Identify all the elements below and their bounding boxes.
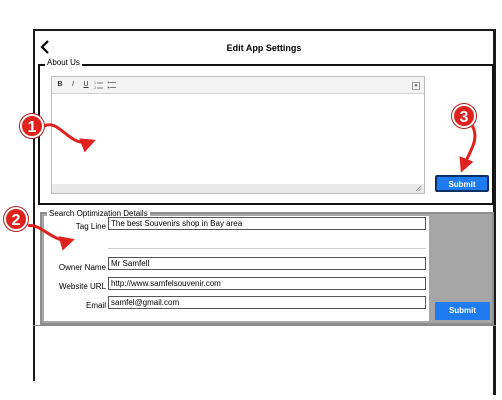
website-url-input[interactable]: http://www.samfelsouvenir.com (108, 277, 426, 290)
editor-text-area[interactable] (52, 94, 424, 184)
annotation-marker-2: 2 (4, 207, 28, 231)
unordered-list-icon[interactable] (107, 80, 117, 90)
seo-submit-button[interactable]: Submit (435, 302, 490, 320)
bottom-divider (33, 325, 496, 326)
annotation-marker-3: 3 (452, 104, 476, 128)
about-us-legend: About Us (45, 57, 82, 69)
italic-button[interactable]: I (68, 80, 78, 90)
window-frame-left (33, 29, 35, 381)
back-button[interactable] (39, 40, 53, 56)
tag-line-label: Tag Line (75, 222, 106, 231)
website-url-label: Website URL (59, 282, 106, 291)
about-us-editor[interactable]: B I U 1 2 ▾ (51, 76, 425, 194)
underline-button[interactable]: U (81, 80, 91, 90)
about-us-submit-button[interactable]: Submit (435, 175, 489, 192)
annotation-marker-1: 1 (20, 114, 44, 138)
header-bar: Edit App Settings (35, 31, 493, 65)
page-title: Edit App Settings (226, 43, 302, 53)
bold-button[interactable]: B (55, 80, 65, 90)
editor-status-bar (52, 184, 424, 193)
editor-toolbar: B I U 1 2 ▾ (52, 77, 424, 94)
resize-grip-icon[interactable] (415, 185, 422, 192)
ordered-list-icon[interactable]: 1 2 (94, 80, 104, 90)
chevron-left-icon (40, 40, 49, 54)
tag-line-input[interactable]: The best Souvenirs shop in Bay area (108, 217, 426, 230)
svg-text:2: 2 (94, 86, 96, 90)
expand-icon[interactable]: ▾ (412, 82, 420, 90)
svg-text:1: 1 (94, 81, 96, 85)
email-label: Email (85, 301, 106, 310)
owner-name-input[interactable]: Mr Samfell (108, 257, 426, 270)
owner-name-label: Owner Name (58, 263, 106, 272)
email-input[interactable]: samfel@gmail.com (108, 296, 426, 309)
